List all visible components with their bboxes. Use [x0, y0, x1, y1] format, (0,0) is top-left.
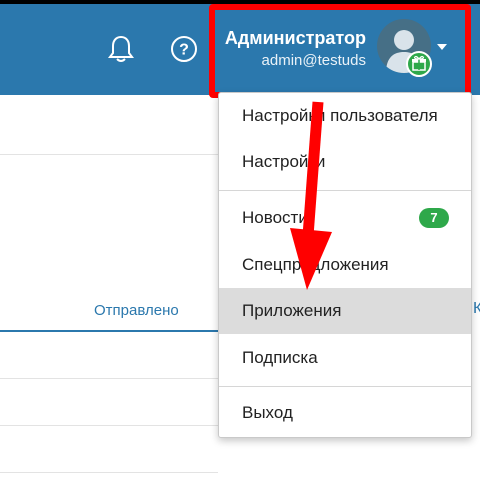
- svg-text:?: ?: [179, 42, 189, 59]
- menu-item-settings[interactable]: Настройки: [219, 139, 471, 185]
- help-circle-icon[interactable]: ?: [169, 34, 199, 64]
- menu-item-applications[interactable]: Приложения: [219, 288, 471, 334]
- divider: [0, 378, 218, 379]
- divider: [0, 472, 218, 473]
- tab-sent[interactable]: Отправлено: [94, 302, 179, 319]
- menu-item-logout[interactable]: Выход: [219, 390, 471, 436]
- user-highlight-box: [209, 4, 471, 98]
- divider: [0, 154, 218, 155]
- bell-icon[interactable]: [106, 34, 136, 64]
- news-count-badge: 7: [419, 208, 449, 228]
- menu-item-subscription[interactable]: Подписка: [219, 335, 471, 381]
- menu-item-special-offers[interactable]: Спецпредложения: [219, 242, 471, 288]
- divider: [0, 425, 218, 426]
- user-dropdown-menu: Настройки пользователя Настройки Новости…: [218, 92, 472, 438]
- menu-separator: [219, 386, 471, 387]
- tab-partial[interactable]: К: [473, 300, 480, 318]
- tab-underline: [0, 330, 218, 332]
- menu-item-user-settings[interactable]: Настройки пользователя: [219, 93, 471, 139]
- menu-separator: [219, 190, 471, 191]
